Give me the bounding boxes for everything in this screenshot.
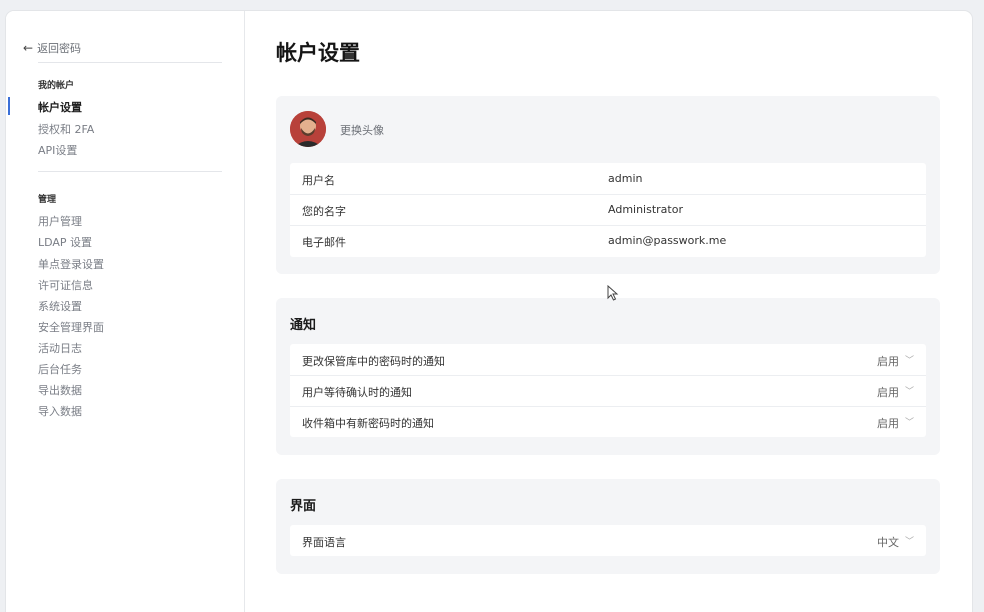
profile-row-name[interactable]: 您的名字 Administrator (290, 194, 926, 226)
sidebar-item-license-info[interactable]: 许可证信息 (38, 277, 93, 293)
sidebar-item-account-settings[interactable]: 帐户设置 (38, 99, 82, 115)
interface-card: 界面 界面语言 中文 ﹀ (276, 479, 940, 574)
notification-label: 收件箱中有新密码时的通知 (302, 417, 434, 430)
sidebar-item-ldap-settings[interactable]: LDAP 设置 (38, 234, 92, 250)
language-label: 界面语言 (302, 536, 346, 549)
sidebar-item-sso-settings[interactable]: 单点登录设置 (38, 256, 104, 272)
sidebar-item-auth-2fa[interactable]: 授权和 2FA (38, 121, 94, 137)
username-value: admin (608, 172, 643, 185)
email-label: 电子邮件 (302, 236, 346, 249)
notifications-title: 通知 (290, 318, 317, 333)
page-title: 帐户设置 (276, 41, 360, 65)
avatar[interactable] (290, 111, 326, 147)
divider (38, 62, 222, 63)
divider (38, 171, 222, 172)
sidebar-item-export-data[interactable]: 导出数据 (38, 382, 82, 398)
select-value: 启用 (876, 417, 899, 430)
email-value[interactable]: admin@passwork.me (608, 234, 726, 247)
chevron-down-icon: ﹀ (904, 387, 914, 397)
interface-title: 界面 (290, 499, 317, 514)
notification-select[interactable]: 启用 ﹀ (877, 353, 914, 369)
profile-row-username: 用户名 admin (290, 163, 926, 195)
profile-card: 更换头像 用户名 admin 您的名字 Administrator 电子邮件 a… (276, 96, 940, 274)
name-label: 您的名字 (302, 205, 346, 218)
chevron-down-icon: ﹀ (904, 537, 914, 547)
change-avatar-link[interactable]: 更换头像 (340, 122, 384, 138)
sidebar-item-import-data[interactable]: 导入数据 (38, 403, 82, 419)
active-indicator (8, 97, 10, 115)
name-value[interactable]: Administrator (608, 203, 683, 216)
sidebar-item-background-tasks[interactable]: 后台任务 (38, 361, 82, 377)
interface-settings: 界面语言 中文 ﹀ (290, 525, 926, 556)
notification-row-inbox: 收件箱中有新密码时的通知 启用 ﹀ (290, 406, 926, 437)
notification-row-user-confirmation: 用户等待确认时的通知 启用 ﹀ (290, 375, 926, 407)
manage-section-title: 管理 (38, 195, 57, 205)
notification-select[interactable]: 启用 ﹀ (877, 415, 914, 431)
profile-row-email[interactable]: 电子邮件 admin@passwork.me (290, 225, 926, 256)
main-content: 帐户设置 更换头像 用户名 admin 您的名字 Administrator 电… (245, 11, 972, 612)
sidebar: ← 返回密码 我的帐户 帐户设置 授权和 2FA API设置 管理 用户管理 L… (6, 11, 245, 612)
mouse-cursor-icon (607, 284, 619, 305)
app-window: ← 返回密码 我的帐户 帐户设置 授权和 2FA API设置 管理 用户管理 L… (6, 11, 972, 612)
notification-row-vault-change: 更改保管库中的密码时的通知 启用 ﹀ (290, 344, 926, 376)
notification-settings: 更改保管库中的密码时的通知 启用 ﹀ 用户等待确认时的通知 启用 ﹀ 收件箱中有… (290, 344, 926, 437)
select-value: 中文 (876, 536, 899, 549)
sidebar-item-user-management[interactable]: 用户管理 (38, 213, 82, 229)
back-to-passwords-link[interactable]: ← 返回密码 (23, 40, 81, 56)
language-select[interactable]: 中文 ﹀ (877, 534, 914, 550)
interface-row-language: 界面语言 中文 ﹀ (290, 525, 926, 556)
chevron-down-icon: ﹀ (904, 418, 914, 428)
profile-fields: 用户名 admin 您的名字 Administrator 电子邮件 admin@… (290, 163, 926, 257)
my-account-section-title: 我的帐户 (38, 81, 75, 91)
username-label: 用户名 (302, 174, 335, 187)
sidebar-item-api-settings[interactable]: API设置 (38, 142, 77, 158)
back-label: 返回密码 (37, 42, 82, 55)
notification-label: 用户等待确认时的通知 (302, 386, 412, 399)
sidebar-item-system-settings[interactable]: 系统设置 (38, 298, 82, 314)
select-value: 启用 (876, 355, 899, 368)
arrow-left-icon: ← (23, 41, 34, 55)
notification-select[interactable]: 启用 ﹀ (877, 384, 914, 400)
notification-label: 更改保管库中的密码时的通知 (302, 355, 445, 368)
sidebar-item-security-dashboard[interactable]: 安全管理界面 (38, 319, 104, 335)
sidebar-item-activity-log[interactable]: 活动日志 (38, 340, 82, 356)
avatar-image (290, 111, 326, 147)
chevron-down-icon: ﹀ (904, 356, 914, 366)
notifications-card: 通知 更改保管库中的密码时的通知 启用 ﹀ 用户等待确认时的通知 启用 ﹀ 收件… (276, 298, 940, 455)
select-value: 启用 (876, 386, 899, 399)
